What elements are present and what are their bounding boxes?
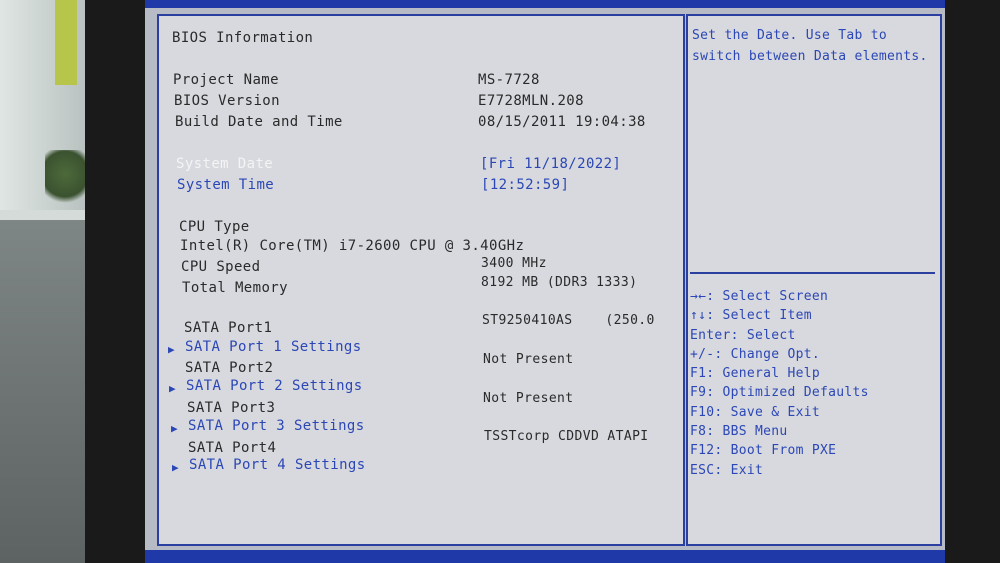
sata-port1-settings[interactable]: SATA Port 1 Settings bbox=[185, 339, 362, 355]
sata-port4-label: SATA Port4 bbox=[188, 440, 277, 456]
system-date-field[interactable]: [Fri 11/18/2022] bbox=[480, 156, 621, 172]
help-text-line2: switch between Data elements. bbox=[692, 49, 928, 64]
key-change-opt: +/-: Change Opt. bbox=[690, 347, 821, 362]
cpu-speed-label: CPU Speed bbox=[181, 259, 261, 275]
system-time-label[interactable]: System Time bbox=[177, 177, 274, 193]
help-divider bbox=[690, 272, 935, 274]
sata-port1-value: ST9250410AS (250.0 bbox=[482, 313, 655, 328]
key-boot-pxe: F12: Boot From PXE bbox=[690, 443, 837, 458]
plant bbox=[45, 150, 85, 210]
bios-tab-bar bbox=[145, 0, 945, 8]
project-name-label: Project Name bbox=[173, 72, 279, 88]
cpu-type-value: Intel(R) Core(TM) i7-2600 CPU @ 3.40GHz bbox=[180, 238, 525, 254]
cpu-type-label: CPU Type bbox=[179, 219, 250, 235]
total-memory-value: 8192 MB (DDR3 1333) bbox=[481, 275, 638, 290]
window-decoration bbox=[55, 0, 77, 85]
bios-version-label: BIOS Version bbox=[174, 93, 280, 109]
bios-version-value: E7728MLN.208 bbox=[478, 93, 584, 109]
key-select-item: ↑↓: Select Item bbox=[690, 308, 812, 323]
key-general-help: F1: General Help bbox=[690, 366, 821, 381]
sata-port4-settings[interactable]: SATA Port 4 Settings bbox=[189, 457, 366, 473]
sata-port3-label: SATA Port3 bbox=[187, 400, 276, 416]
system-time-field[interactable]: [12:52:59] bbox=[481, 177, 569, 193]
project-name-value: MS-7728 bbox=[478, 72, 540, 88]
sata-port3-settings[interactable]: SATA Port 3 Settings bbox=[188, 418, 365, 434]
key-save-exit: F10: Save & Exit bbox=[690, 405, 821, 420]
total-memory-label: Total Memory bbox=[182, 280, 288, 296]
submenu-arrow-icon: ▶ bbox=[168, 343, 175, 356]
submenu-arrow-icon: ▶ bbox=[169, 382, 176, 395]
sata-port2-label: SATA Port2 bbox=[185, 360, 274, 376]
sata-port2-value: Not Present bbox=[483, 352, 574, 367]
key-optimized-defaults: F9: Optimized Defaults bbox=[690, 385, 869, 400]
key-select-screen: →←: Select Screen bbox=[690, 289, 829, 304]
key-bbs-menu: F8: BBS Menu bbox=[690, 424, 788, 439]
build-date-label: Build Date and Time bbox=[175, 114, 343, 130]
section-title: BIOS Information bbox=[172, 30, 314, 46]
sata-port4-value: TSSTcorp CDDVD ATAPI bbox=[484, 429, 649, 444]
submenu-arrow-icon: ▶ bbox=[172, 461, 179, 474]
sata-port1-label: SATA Port1 bbox=[184, 320, 273, 336]
build-date-value: 08/15/2011 19:04:38 bbox=[478, 114, 646, 130]
key-exit: ESC: Exit bbox=[690, 463, 764, 478]
submenu-arrow-icon: ▶ bbox=[171, 422, 178, 435]
sata-port2-settings[interactable]: SATA Port 2 Settings bbox=[186, 378, 363, 394]
help-text-line1: Set the Date. Use Tab to bbox=[692, 28, 888, 43]
key-enter: Enter: Select bbox=[690, 328, 796, 343]
system-date-label[interactable]: System Date bbox=[176, 156, 273, 172]
cpu-speed-value: 3400 MHz bbox=[481, 256, 547, 271]
sata-port3-value: Not Present bbox=[483, 391, 574, 406]
bios-footer-bar bbox=[145, 550, 945, 563]
